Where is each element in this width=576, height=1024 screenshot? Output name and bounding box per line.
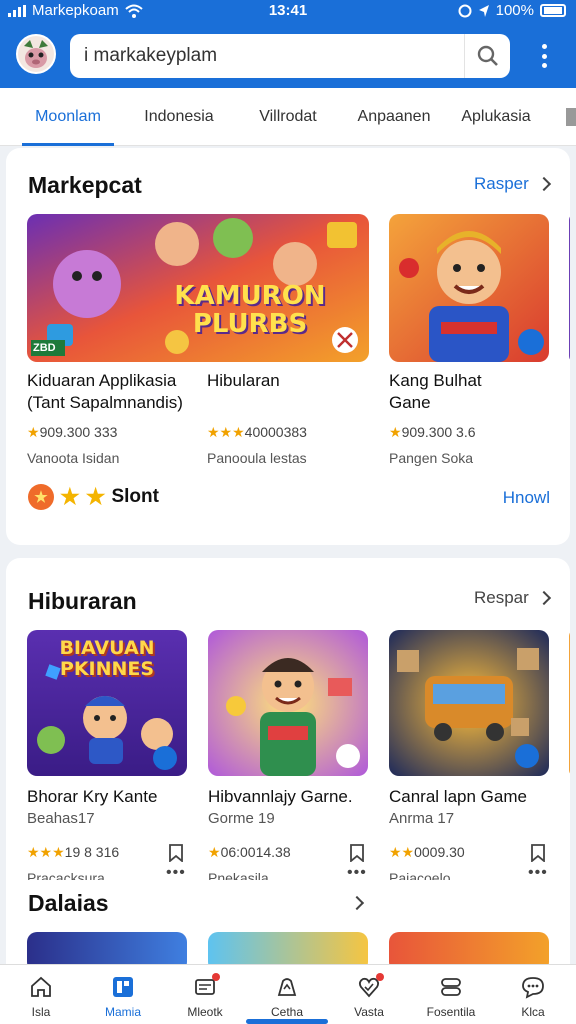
see-more-button[interactable]: Respar <box>474 588 551 608</box>
star-icon: ★★★ <box>207 424 245 440</box>
featured-banner[interactable]: KAMURON PLURBS ZBD <box>27 214 369 362</box>
alarm-icon <box>458 4 472 17</box>
reward-badges[interactable]: ★ ★ ★ Slont <box>28 484 159 510</box>
battery-icon <box>540 4 566 17</box>
app-bar: Markepkoam 13:41 100% <box>0 0 576 88</box>
app-name[interactable]: Bhorar Kry Kante <box>27 786 197 808</box>
view-link[interactable]: Hnowl <box>503 488 550 508</box>
apps-icon <box>113 977 133 997</box>
app-rating: ★909.300 333 <box>27 424 118 440</box>
app-rating: ★909.300 3.6 <box>389 424 476 440</box>
section-title: Markepcat <box>28 172 142 198</box>
notification-dot <box>376 973 384 981</box>
medal-icon: ★ <box>28 484 54 510</box>
app-thumbnail[interactable] <box>389 630 549 776</box>
app-category: Vanoota Isidan <box>27 450 120 466</box>
app-thumbnail[interactable] <box>208 630 368 776</box>
app-rating: ★06:0014.38 <box>208 844 291 860</box>
search-button[interactable] <box>464 34 510 78</box>
app-thumbnail-partial <box>569 630 570 776</box>
link-icon <box>441 978 461 996</box>
nav-item-mamia[interactable]: Mamia <box>82 965 164 1024</box>
chevron-right-icon[interactable] <box>349 895 365 911</box>
nav-item-klca[interactable]: Klca <box>492 965 574 1024</box>
game-icon <box>277 978 297 996</box>
star-icon: ★★ <box>389 844 415 860</box>
status-bar: Markepkoam 13:41 100% <box>0 0 576 22</box>
bookmark-icon[interactable] <box>349 844 365 862</box>
tab-moonlam[interactable]: Moonlam <box>22 88 114 146</box>
active-nav-indicator <box>246 1019 328 1024</box>
chevron-right-icon <box>536 590 551 606</box>
star-icon: ★ <box>27 424 40 440</box>
home-icon <box>31 976 51 997</box>
nav-item-mleotk[interactable]: Mleotk <box>164 965 246 1024</box>
app-name[interactable]: Canral lapn Game <box>389 786 559 808</box>
app-category: Panooula lestas <box>207 450 307 466</box>
section-title: Dalaias <box>28 890 109 916</box>
app-subtitle: Beahas17 <box>27 810 95 827</box>
app-subtitle: Anrma 17 <box>389 810 455 827</box>
battery-percent: 100% <box>495 2 534 19</box>
banner-tag: ZBD <box>33 342 56 354</box>
thumbnail-title: BIAVUAN PKINNES <box>59 637 155 680</box>
tab-aplukasia[interactable]: Aplukasia <box>452 88 540 146</box>
search-icon <box>477 45 498 66</box>
star-icon: ★ <box>85 484 106 509</box>
star-icon: ★ <box>60 484 80 509</box>
avatar[interactable] <box>16 34 56 74</box>
tab-indonesia[interactable]: Indonesia <box>132 88 226 146</box>
location-icon <box>478 4 489 17</box>
star-icon: ★ <box>208 844 221 860</box>
more-options-icon[interactable] <box>532 40 556 72</box>
star-icon: ★★★ <box>27 844 65 860</box>
tab-overflow <box>566 108 576 126</box>
search-input[interactable] <box>84 34 464 78</box>
app-subtitle: Gorme 19 <box>208 810 275 827</box>
app-name[interactable]: Kiduaran Applikasia (Tant Sapalmnandis) <box>27 370 227 414</box>
nav-item-fosentila[interactable]: Fosentila <box>410 965 492 1024</box>
section-marketplace: Markepcat Rasper KAMURON PLURBS ZBD Kidu… <box>6 148 570 545</box>
app-thumbnail[interactable]: BIAVUAN PKINNES <box>27 630 187 776</box>
badge-label: Slont <box>111 486 159 507</box>
star-icon: ★ <box>389 424 402 440</box>
chat-icon <box>522 977 544 999</box>
nav-item-isla[interactable]: Isla <box>0 965 82 1024</box>
section-title: Hiburaran <box>28 588 137 614</box>
app-name[interactable]: Hibvannlajy Garne. <box>208 786 386 808</box>
banner-title: KAMURON PLURBS <box>174 281 326 339</box>
category-tabs: Moonlam Indonesia Villrodat Anpaanen Apl… <box>0 88 576 146</box>
app-rating: ★★0009.30 <box>389 844 465 860</box>
search-bar <box>70 34 510 78</box>
app-thumbnail[interactable] <box>389 214 549 362</box>
chevron-right-icon <box>536 176 551 192</box>
app-rating: ★★★19 8 316 <box>27 844 120 860</box>
app-thumbnail-partial <box>569 214 570 362</box>
notification-dot <box>212 973 220 981</box>
bookmark-icon[interactable] <box>168 844 184 862</box>
app-category: Pangen Soka <box>389 450 474 466</box>
app-name[interactable]: Kang Bulhat Gane <box>389 370 539 414</box>
app-name[interactable]: Hibularan <box>207 370 357 392</box>
tab-anpaanen[interactable]: Anpaanen <box>348 88 440 146</box>
tab-villrodat[interactable]: Villrodat <box>244 88 332 146</box>
bookmark-icon[interactable] <box>530 844 546 862</box>
bottom-navigation: Isla Mamia Mleotk Cetha Vasta Fosentila … <box>0 964 576 1024</box>
nav-item-cetha[interactable]: Cetha <box>246 965 328 1024</box>
app-rating: ★★★40000383 <box>207 424 307 440</box>
nav-item-vasta[interactable]: Vasta <box>328 965 410 1024</box>
see-more-button[interactable]: Rasper <box>474 174 551 194</box>
